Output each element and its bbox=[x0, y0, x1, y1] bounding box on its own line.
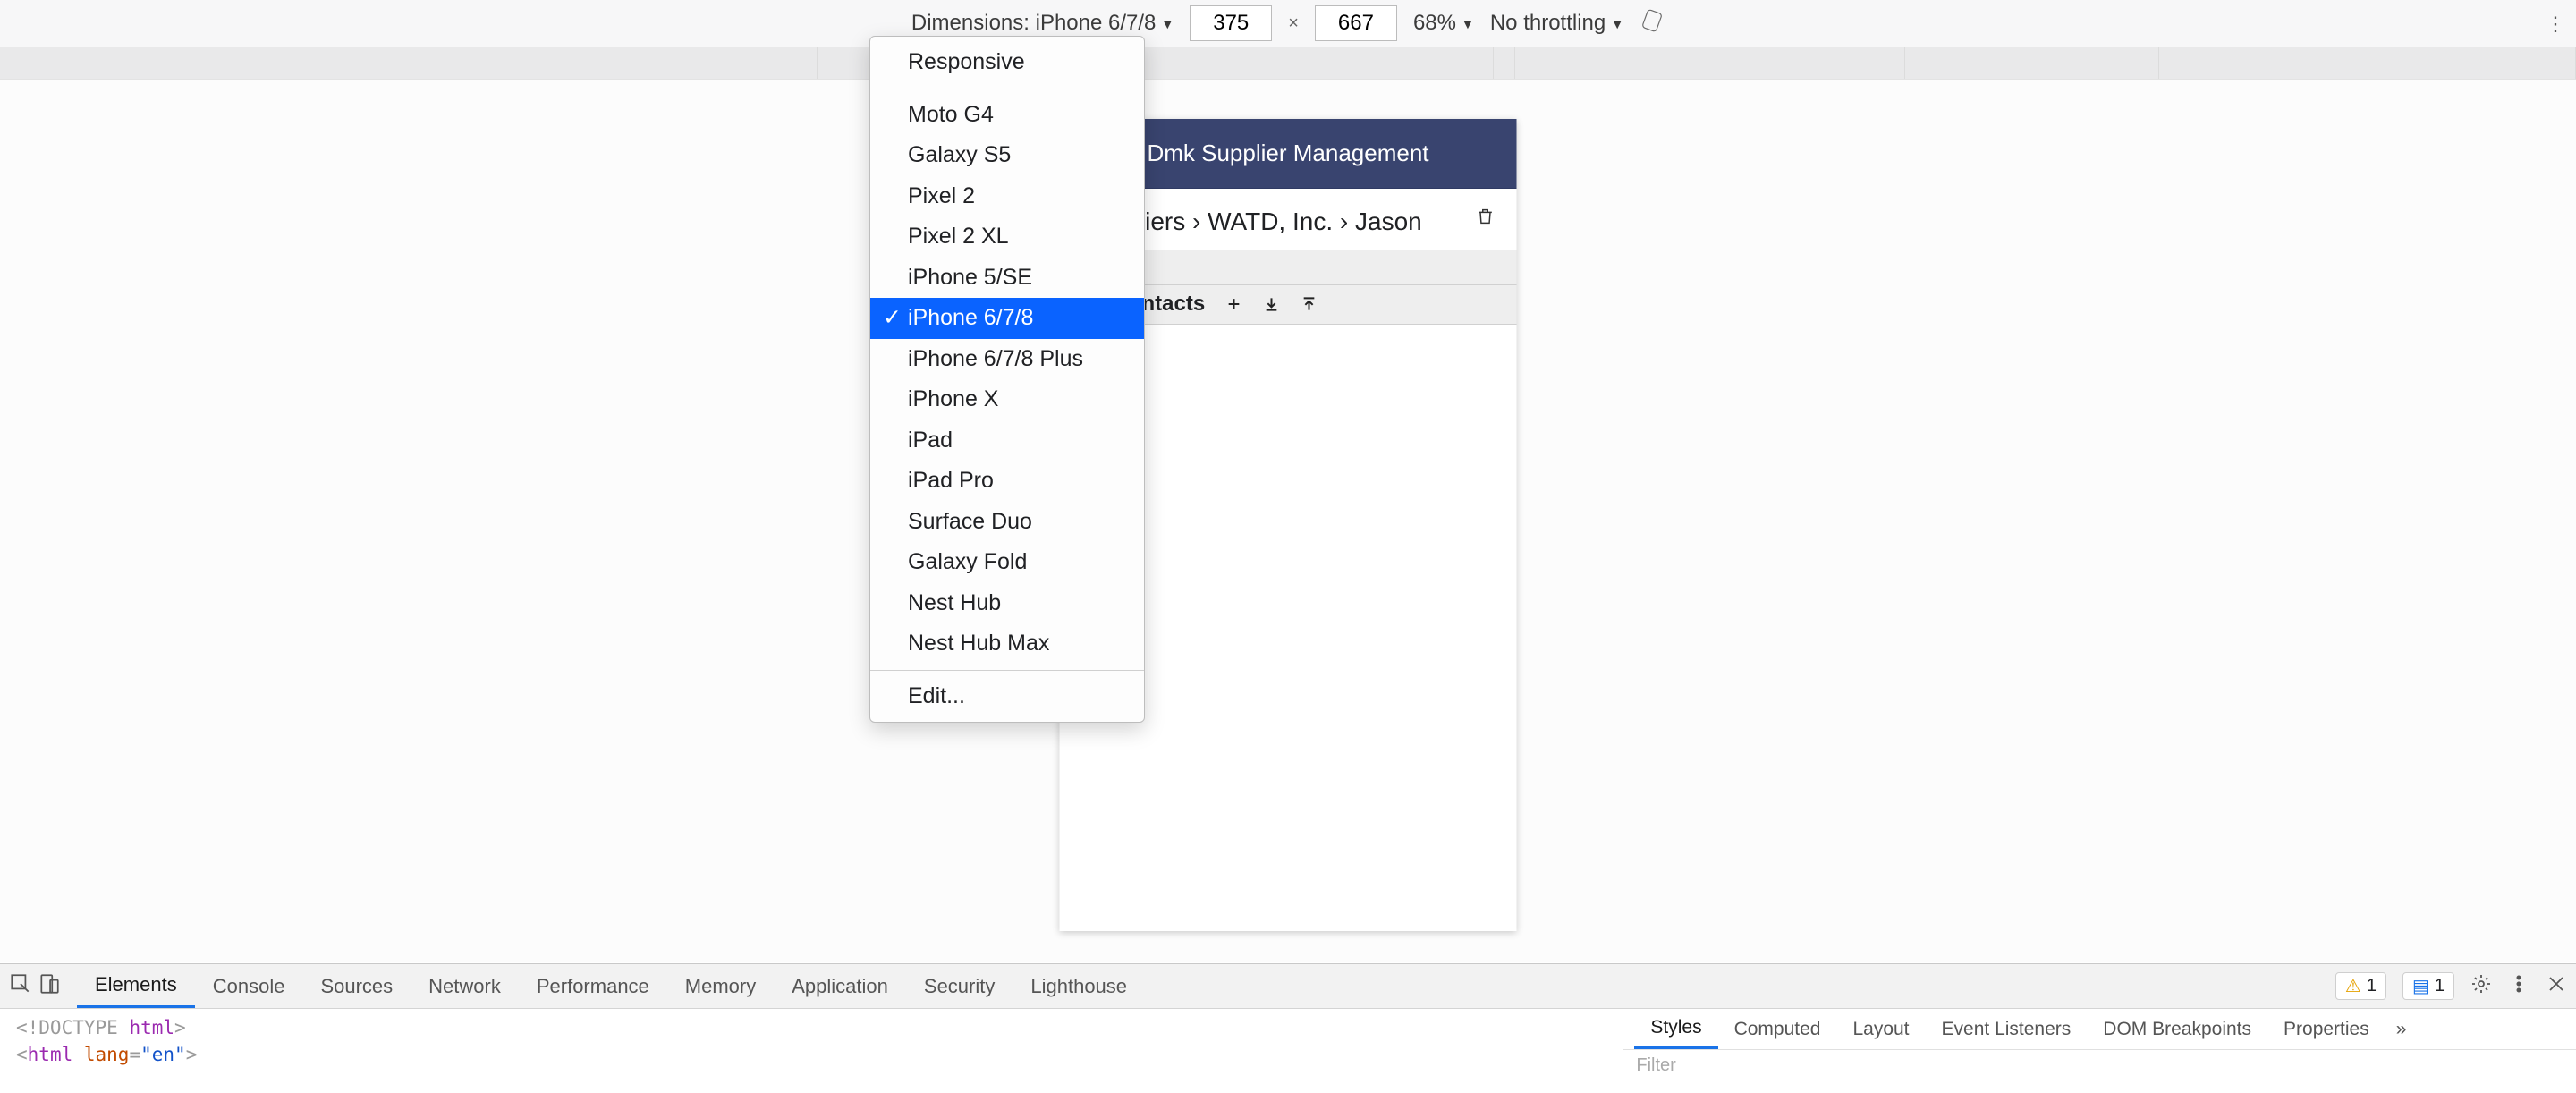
caret-down-icon: ▼ bbox=[1611, 17, 1623, 31]
devtools-tab-application[interactable]: Application bbox=[774, 964, 906, 1008]
warnings-badge[interactable]: ⚠ 1 bbox=[2335, 972, 2386, 1000]
device-menu-item[interactable]: iPad bbox=[870, 420, 1144, 462]
devtools-tab-lighthouse[interactable]: Lighthouse bbox=[1013, 964, 1145, 1008]
throttling-value: No throttling bbox=[1490, 11, 1606, 36]
inspect-icon[interactable] bbox=[9, 972, 32, 1001]
styles-tabbar: StylesComputedLayoutEvent ListenersDOM B… bbox=[1623, 1009, 2576, 1050]
device-menu-item[interactable]: Pixel 2 XL bbox=[870, 216, 1144, 258]
device-menu-item[interactable]: iPhone 6/7/8 Plus bbox=[870, 339, 1144, 380]
rotate-icon[interactable] bbox=[1640, 8, 1665, 39]
caret-down-icon: ▼ bbox=[1462, 17, 1474, 31]
warning-icon: ⚠ bbox=[2345, 975, 2361, 997]
device-menu-item[interactable]: Nest Hub bbox=[870, 583, 1144, 624]
device-menu-item[interactable]: Pixel 2 bbox=[870, 176, 1144, 217]
device-menu-item[interactable]: iPhone 5/SE bbox=[870, 258, 1144, 299]
dimensions-label: Dimensions: iPhone 6/7/8 bbox=[911, 11, 1157, 36]
styles-tab-computed[interactable]: Computed bbox=[1718, 1009, 1837, 1049]
close-icon[interactable] bbox=[2546, 973, 2567, 1000]
styles-tab-styles[interactable]: Styles bbox=[1634, 1009, 1717, 1049]
width-input[interactable] bbox=[1190, 5, 1272, 41]
delete-icon[interactable] bbox=[1476, 205, 1496, 234]
device-menu-item[interactable]: Galaxy S5 bbox=[870, 135, 1144, 176]
upload-icon[interactable] bbox=[1300, 295, 1318, 313]
download-icon[interactable] bbox=[1262, 295, 1280, 313]
device-menu-item[interactable]: Moto G4 bbox=[870, 95, 1144, 136]
styles-tab-properties[interactable]: Properties bbox=[2267, 1009, 2385, 1049]
devtools-tab-network[interactable]: Network bbox=[411, 964, 519, 1008]
device-toolbar: Dimensions: iPhone 6/7/8 ▼ × 68% ▼ No th… bbox=[0, 0, 2576, 47]
devtools-tab-performance[interactable]: Performance bbox=[519, 964, 667, 1008]
styles-tab-event-listeners[interactable]: Event Listeners bbox=[1926, 1009, 2088, 1049]
zoom-dropdown[interactable]: 68% ▼ bbox=[1413, 11, 1474, 36]
dimension-separator: × bbox=[1288, 13, 1299, 34]
device-menu-item[interactable]: Galaxy Fold bbox=[870, 542, 1144, 583]
styles-pane: StylesComputedLayoutEvent ListenersDOM B… bbox=[1623, 1009, 2576, 1093]
device-toggle-icon[interactable] bbox=[38, 972, 61, 1001]
more-icon[interactable] bbox=[2508, 973, 2529, 1000]
settings-icon[interactable] bbox=[2470, 973, 2492, 1000]
dimensions-dropdown[interactable]: Dimensions: iPhone 6/7/8 ▼ bbox=[911, 11, 1174, 36]
devtools-tab-security[interactable]: Security bbox=[906, 964, 1013, 1008]
device-menu-item[interactable]: Nest Hub Max bbox=[870, 623, 1144, 665]
issues-badge[interactable]: ▤ 1 bbox=[2402, 972, 2454, 1000]
device-menu-edit[interactable]: Edit... bbox=[870, 676, 1144, 717]
styles-tab-layout[interactable]: Layout bbox=[1836, 1009, 1925, 1049]
zoom-value: 68% bbox=[1413, 11, 1456, 36]
info-icon: ▤ bbox=[2412, 975, 2429, 997]
styles-filter-input[interactable]: Filter bbox=[1636, 1055, 1675, 1076]
ruler bbox=[0, 47, 2576, 80]
devtools-tab-elements[interactable]: Elements bbox=[77, 964, 195, 1008]
issues-count: 1 bbox=[2435, 976, 2445, 996]
more-options-icon[interactable]: ⋮ bbox=[2546, 0, 2565, 47]
devtools-panel: ElementsConsoleSourcesNetworkPerformance… bbox=[0, 963, 2576, 1093]
device-menu-responsive[interactable]: Responsive bbox=[870, 42, 1144, 83]
height-input[interactable] bbox=[1315, 5, 1397, 41]
styles-tab-dom-breakpoints[interactable]: DOM Breakpoints bbox=[2087, 1009, 2267, 1049]
caret-down-icon: ▼ bbox=[1161, 17, 1174, 31]
devtools-tabbar: ElementsConsoleSourcesNetworkPerformance… bbox=[0, 964, 2576, 1009]
elements-source[interactable]: <!DOCTYPE html> <html lang="en"> bbox=[0, 1009, 1623, 1093]
overflow-icon[interactable]: » bbox=[2396, 1019, 2407, 1040]
device-menu[interactable]: Responsive Moto G4Galaxy S5Pixel 2Pixel … bbox=[869, 36, 1145, 723]
menu-separator bbox=[870, 670, 1144, 671]
device-menu-item[interactable]: iPad Pro bbox=[870, 461, 1144, 502]
devtools-tab-sources[interactable]: Sources bbox=[302, 964, 411, 1008]
app-title: Dmk Supplier Management bbox=[1147, 140, 1428, 167]
devtools-tab-console[interactable]: Console bbox=[195, 964, 303, 1008]
device-menu-item[interactable]: iPhone X bbox=[870, 379, 1144, 420]
device-menu-item[interactable]: iPhone 6/7/8 bbox=[870, 298, 1144, 339]
warnings-count: 1 bbox=[2367, 976, 2377, 996]
add-icon[interactable] bbox=[1224, 295, 1242, 313]
device-menu-item[interactable]: Surface Duo bbox=[870, 502, 1144, 543]
devtools-tab-memory[interactable]: Memory bbox=[667, 964, 774, 1008]
viewport-area: Dmk Supplier Management Suppliers › WATD… bbox=[0, 80, 2576, 962]
throttling-dropdown[interactable]: No throttling ▼ bbox=[1490, 11, 1623, 36]
